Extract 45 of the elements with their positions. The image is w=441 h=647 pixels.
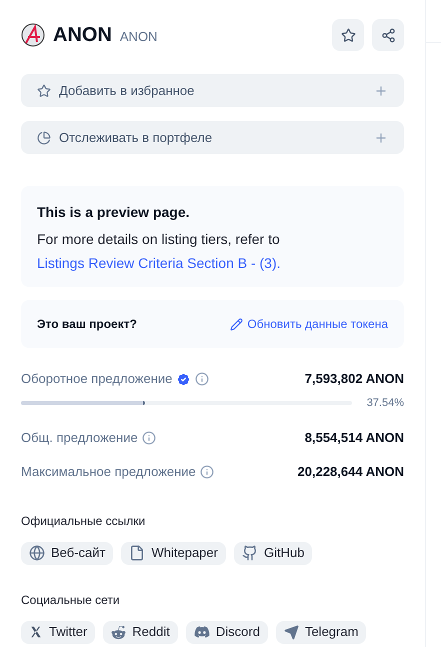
info-icon[interactable] (195, 372, 210, 386)
plus-icon (374, 84, 388, 98)
token-symbol: ANON (120, 28, 158, 46)
stat-value: 20,228,644 ANON (298, 462, 404, 481)
stat-value: 7,593,802 ANON (304, 370, 404, 388)
favorite-button[interactable] (332, 19, 364, 51)
x-icon (29, 625, 43, 639)
action-button[interactable]: Добавить в избранное (21, 74, 404, 107)
reddit-icon (111, 624, 126, 640)
paper-plane-icon (284, 624, 299, 640)
star-icon (37, 84, 51, 98)
project-question: Это ваш проект? (37, 316, 137, 333)
info-icon[interactable] (142, 430, 156, 444)
section-title: Социальные сети (21, 592, 121, 608)
social-link[interactable]: Twitter (21, 620, 96, 644)
section-title: Официальные ссылки (21, 512, 146, 530)
official-link[interactable]: GitHub (234, 542, 312, 564)
social-link[interactable]: Telegram (276, 620, 366, 644)
pie-chart-icon (37, 130, 51, 144)
token-logo (21, 23, 45, 47)
action-button[interactable]: Отслеживать в портфеле (21, 121, 404, 154)
notice-title: This is a preview page. (37, 203, 191, 222)
criteria-link[interactable]: Listings Review Criteria Section B - (3). (37, 251, 281, 275)
share-icon (380, 28, 396, 42)
official-link[interactable]: Веб-сайт (21, 542, 114, 564)
progress-reading: 37.54% (366, 396, 404, 411)
social-link[interactable]: Discord (186, 620, 268, 644)
stat-label: Максимальное предложение (21, 462, 196, 481)
social-link[interactable]: Reddit (103, 620, 178, 644)
star-icon (340, 28, 356, 42)
globe-icon (29, 545, 45, 561)
plus-icon (374, 130, 388, 144)
stat-label: Общ. предложение (21, 428, 138, 447)
token-name: ANON (53, 23, 112, 48)
share-button[interactable] (372, 19, 404, 51)
document-icon (129, 545, 146, 561)
stat-value: 8,554,514 ANON (304, 428, 404, 447)
info-icon[interactable] (200, 464, 214, 478)
stat-label: Оборотное предложение (21, 370, 172, 388)
update-token-link[interactable]: Обновить данные токена (230, 315, 388, 333)
pencil-icon (230, 318, 244, 330)
notice-text: For more details on listing tiers, refer to Listings Review Criteria Section B - (3). (37, 227, 388, 275)
discord-icon (194, 624, 210, 640)
github-icon (242, 545, 258, 561)
official-link[interactable]: Whitepaper (121, 542, 226, 564)
